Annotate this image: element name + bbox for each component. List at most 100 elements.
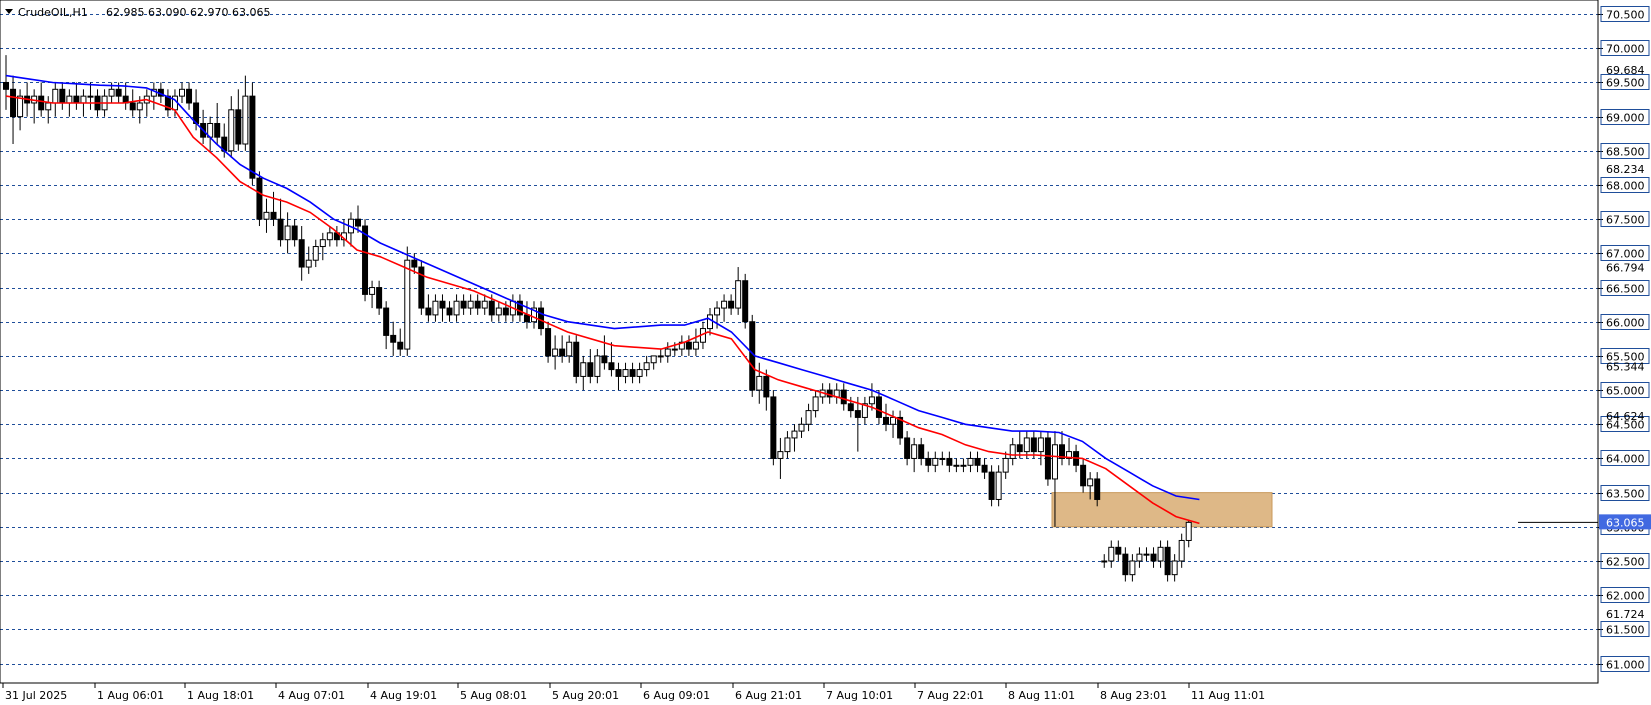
candle-body [925, 457, 932, 466]
candle-body [1002, 457, 1009, 473]
candle-body [291, 225, 298, 241]
candle-body [883, 416, 889, 425]
candle-body [974, 457, 981, 466]
candle-body [1164, 546, 1171, 576]
candle-body [481, 300, 488, 309]
candle-body [1108, 546, 1115, 562]
candle-body [932, 457, 939, 466]
candle-body [960, 464, 967, 467]
candle-body [284, 225, 291, 241]
candle-body [566, 341, 573, 357]
y-tick-label: 66.000 [1606, 317, 1645, 330]
candle-body [249, 95, 256, 179]
y-tick-label: 69.500 [1606, 77, 1645, 90]
candle-body [580, 362, 587, 377]
y-tick-label: 66.794 [1606, 261, 1645, 274]
candle-body [1087, 478, 1094, 487]
candle-body [495, 307, 502, 316]
candle-body [707, 314, 713, 330]
candle-body [10, 88, 17, 118]
candle-body [3, 81, 9, 90]
candle-body [650, 355, 657, 364]
y-tick-label: 69.000 [1606, 112, 1645, 125]
candle-body [967, 457, 974, 466]
candle-body [270, 211, 277, 220]
candle-body [692, 341, 699, 350]
candle-body [594, 355, 601, 377]
candle-body [868, 396, 875, 405]
candle-body [326, 232, 333, 241]
y-tick-label: 70.000 [1606, 43, 1645, 56]
chart-header: CrudeOIL,H1 62.985 63.090 62.970 63.065 [5, 6, 270, 19]
candle-body [404, 259, 411, 350]
candle-body [411, 259, 418, 268]
candle-body [355, 218, 361, 227]
candle-body [728, 300, 735, 309]
candle-body [981, 464, 988, 473]
x-tick-label: 6 Aug 21:01 [735, 689, 802, 702]
candle-body [629, 369, 636, 377]
candle-body [1094, 478, 1101, 500]
candle-body [742, 280, 749, 323]
candle-body [685, 341, 692, 350]
candle-body [756, 375, 763, 391]
candle-body [108, 88, 115, 97]
candle-body [854, 410, 861, 418]
y-tick-label: 63.500 [1606, 488, 1645, 501]
x-tick-label: 6 Aug 09:01 [643, 689, 710, 702]
candle-body [890, 416, 897, 425]
candle-body [136, 102, 143, 111]
x-tick-label: 8 Aug 23:01 [1100, 689, 1167, 702]
candle-body [721, 300, 728, 309]
candle-body [988, 471, 995, 500]
candle-body [80, 95, 87, 104]
candle-body [66, 95, 73, 104]
candle-body [1080, 464, 1087, 487]
candle-body [312, 246, 319, 261]
y-tick-label: 61.724 [1606, 608, 1645, 621]
y-tick-label: 62.000 [1606, 590, 1645, 603]
candle-body [840, 389, 847, 405]
candle-body [904, 437, 911, 459]
candle-body [791, 430, 798, 439]
candle-body [397, 341, 404, 350]
candle-body [73, 95, 80, 104]
candle-body [608, 362, 615, 371]
y-tick-label: 68.500 [1606, 146, 1645, 159]
candle-body [636, 369, 643, 377]
price-chart[interactable]: 70.500 70.000 69.500 69.000 68.500 68.000 67.5… [0, 0, 1651, 705]
candle-body [460, 300, 467, 309]
candle-body [305, 259, 312, 268]
ohlc-values: 62.985 63.090 62.970 63.065 [106, 6, 270, 19]
candle-body [735, 280, 742, 309]
candle-body [1023, 437, 1030, 453]
candle-body [186, 88, 193, 104]
candle-body [1101, 560, 1108, 563]
y-tick-label: 65.000 [1606, 385, 1645, 398]
supply-zone [1051, 492, 1273, 528]
candle-body [1009, 444, 1016, 459]
candle-body [432, 300, 439, 316]
candle-body [918, 444, 925, 459]
candle-body [446, 307, 453, 316]
candle-body [798, 423, 805, 432]
candle-body [946, 457, 953, 466]
y-tick-label: 62.500 [1606, 556, 1645, 569]
y-tick-label: 67.500 [1606, 214, 1645, 227]
x-tick-label: 1 Aug 06:01 [97, 689, 164, 702]
y-tick-label: 67.000 [1606, 248, 1645, 261]
candle-body [1171, 560, 1178, 576]
candle-body [298, 239, 305, 268]
candle-body [601, 355, 608, 364]
candle-body [1136, 553, 1143, 562]
candle-body [1178, 539, 1185, 562]
candle-body [995, 471, 1002, 500]
x-tick-label: 5 Aug 08:01 [460, 689, 527, 702]
candle-body [439, 300, 446, 309]
candle-body [643, 362, 650, 371]
candle-body [369, 287, 376, 295]
candle-body [1044, 437, 1051, 480]
candle-body [115, 88, 122, 97]
x-tick-label: 4 Aug 07:01 [278, 689, 345, 702]
y-tick-label: 64.000 [1606, 453, 1645, 466]
